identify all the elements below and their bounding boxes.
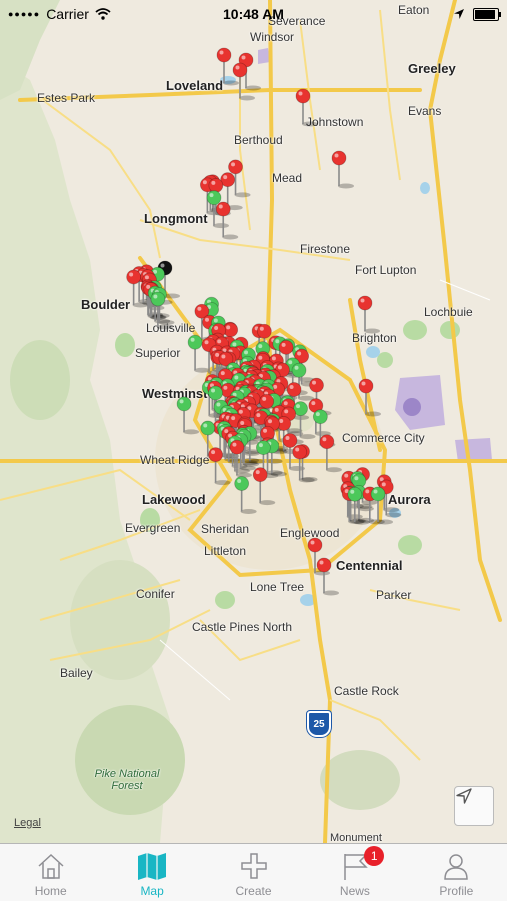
tab-news[interactable]: 1 News [304,844,405,901]
tab-profile[interactable]: Profile [406,844,507,901]
locate-button[interactable] [454,786,494,826]
tab-label: Profile [439,884,474,898]
map-icon [138,853,167,880]
tab-create[interactable]: Create [203,844,304,901]
person-icon [444,854,469,880]
tab-map[interactable]: Map [101,844,202,901]
plus-icon [240,853,267,879]
location-arrow-icon [456,788,472,804]
news-badge: 1 [364,846,385,866]
tab-home[interactable]: Home [0,844,101,901]
tab-bar: Home Map Create 1 News Profile [0,843,507,901]
green-pin-icon[interactable] [234,476,257,515]
tab-label: News [339,884,370,898]
tab-label: Home [34,884,67,898]
map-view[interactable]: Eaton Severance Windsor Greeley Estes Pa… [0,0,507,843]
red-pin-icon[interactable] [331,150,354,189]
red-pin-icon[interactable] [316,557,339,596]
red-pin-icon[interactable] [292,444,315,483]
red-pin-icon[interactable] [358,378,381,417]
pins-layer[interactable] [0,0,507,843]
red-pin-icon[interactable] [295,88,318,127]
battery-icon [473,7,501,21]
green-pin-icon[interactable] [176,396,200,435]
red-pin-icon[interactable] [357,295,380,334]
house-icon [38,853,64,879]
red-pin-icon[interactable] [319,434,342,473]
status-bar: ●●●●● Carrier 10:48 AM [0,0,507,28]
tab-label: Map [140,884,164,898]
clock: 10:48 AM [223,6,284,22]
tab-label: Create [235,884,272,898]
legal-link[interactable]: Legal [14,817,41,829]
